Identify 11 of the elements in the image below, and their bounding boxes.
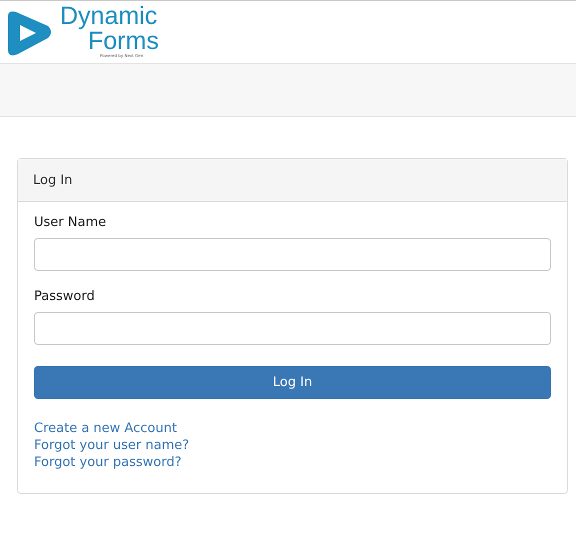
field-label: User Name xyxy=(34,215,108,230)
logo-text: Forms xyxy=(88,29,159,54)
link[interactable]: Forgot your user name? xyxy=(34,438,190,453)
field-label: Password xyxy=(34,289,96,304)
panel-title: Log In xyxy=(33,172,72,188)
link[interactable]: Forgot your password? xyxy=(34,455,182,470)
input-field[interactable] xyxy=(34,238,551,271)
input-field[interactable] xyxy=(34,312,551,345)
login-button[interactable]: Log In xyxy=(34,366,551,399)
logo-text: Dynamic xyxy=(60,4,158,29)
link[interactable]: Create a new Account xyxy=(34,421,177,436)
